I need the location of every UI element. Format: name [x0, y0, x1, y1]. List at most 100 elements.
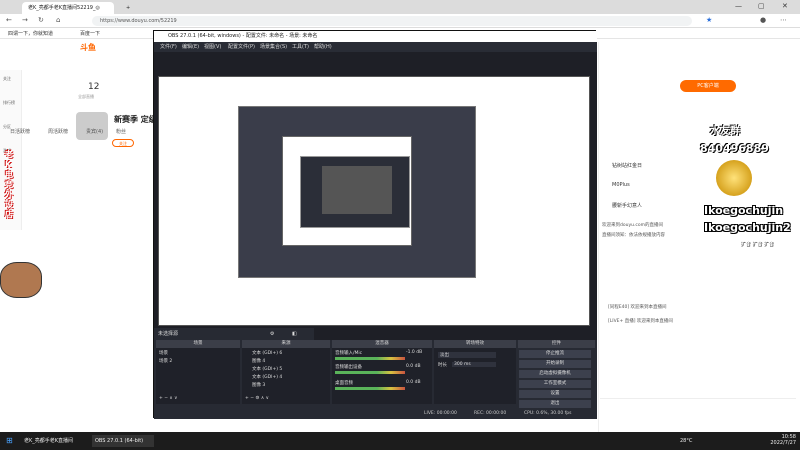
no-source-label: 未选择源: [158, 331, 179, 337]
address-bar-row: ← → ↻ ⌂ https://www.douyu.com/52219 ★ ● …: [0, 14, 800, 28]
source-item[interactable]: 图像 4: [252, 358, 265, 364]
stop-streaming-button[interactable]: 停止推流: [519, 350, 591, 358]
clock-date: 2022/7/27: [770, 440, 796, 446]
taskbar: ⊞ 老K_亮都手老K直播间 OBS 27.0.1 (64-bit) 28°C 1…: [0, 432, 800, 450]
rank-row[interactable]: M0Plus: [612, 182, 630, 188]
mixer-db: -1.0 dB: [406, 350, 423, 355]
source-item[interactable]: 文本 (GDI+) 6: [252, 350, 282, 356]
windows-start-icon[interactable]: ⊞: [6, 435, 13, 447]
preview-nested-deep: [322, 166, 392, 214]
forward-icon[interactable]: →: [22, 16, 28, 24]
start-recording-button[interactable]: 开始录制: [519, 360, 591, 368]
stream-title: 新赛季 定级: [114, 115, 157, 124]
sidebar-item[interactable]: 排行榜: [3, 100, 15, 106]
minimize-icon[interactable]: —: [735, 2, 742, 10]
chat-input[interactable]: [600, 398, 796, 410]
tab-fans[interactable]: 粉丝: [116, 128, 126, 135]
bookmark-item[interactable]: 百度一下: [80, 30, 100, 37]
overlay-name-1: Ikoegochujin: [704, 204, 784, 217]
new-tab-button[interactable]: +: [120, 2, 136, 14]
bookmark-item[interactable]: 四谓一下，你就知道: [8, 30, 53, 37]
cpu-status: CPU: 0.6%, 30.00 fps: [524, 411, 572, 416]
duration-label: 时长: [438, 363, 447, 368]
more-icon[interactable]: ⋯: [780, 16, 787, 24]
streamer-avatar[interactable]: [76, 112, 108, 140]
close-icon[interactable]: ✕: [782, 2, 788, 10]
source-item[interactable]: 文本 (GDI+) 4: [252, 374, 282, 380]
taskbar-item-browser[interactable]: 老K_亮都手老K直播间: [24, 435, 84, 447]
obs-menu-bar: 文件(F) 编辑(E) 视图(V) 配置文件(P) 场景集合(S) 工具(T) …: [154, 42, 597, 52]
chat-message: [同程E40] 欢迎来到本直播间: [608, 305, 667, 310]
transitions-dock: 淡出 时长 300 ms: [434, 348, 516, 404]
browser-tab[interactable]: 老K_亮都手老K直播间52219_◎: [22, 2, 114, 14]
live-count-label: 全部直播: [78, 94, 94, 99]
volume-meter: [335, 371, 405, 374]
tab-vip[interactable]: 贵宾(4): [86, 128, 103, 135]
scenes-header: 场景: [156, 340, 240, 348]
chat-message: [LIVE+ 直播] 欢迎来到本直播间: [608, 319, 673, 324]
maximize-icon[interactable]: ▢: [758, 2, 765, 10]
obs-docks: 场景 场景 场景 2 + − ∧ ∨ 来源 文本 (GDI+) 6 图像 4 文…: [154, 340, 597, 419]
clock[interactable]: 10:58 2022/7/27: [752, 434, 796, 446]
exit-button[interactable]: 退出: [519, 400, 591, 408]
mixer-header: 混音器: [332, 340, 432, 348]
home-icon[interactable]: ⌂: [56, 16, 60, 24]
obs-window: OBS 27.0.1 (64-bit, windows) - 配置文件: 未命名…: [153, 30, 597, 419]
virtual-camera-button[interactable]: 启动虚拟摄像机: [519, 370, 591, 378]
tab-bar: 老K_亮都手老K直播间52219_◎ + — ▢ ✕: [0, 0, 800, 14]
mixer-channel-name: 音频输出设备: [335, 365, 362, 370]
menu-edit[interactable]: 编辑(E): [182, 42, 199, 52]
obs-title-bar: OBS 27.0.1 (64-bit, windows) - 配置文件: 未命名…: [154, 31, 597, 42]
add-source-icon[interactable]: + − ⚙ ∧ ∨: [245, 396, 269, 401]
pc-client-button[interactable]: PC客户端: [680, 80, 736, 92]
taskbar-item-obs[interactable]: OBS 27.0.1 (64-bit): [92, 435, 154, 447]
back-icon[interactable]: ←: [6, 16, 12, 24]
settings-button[interactable]: 设置: [519, 390, 591, 398]
rec-timer: REC: 00:00:00: [474, 411, 507, 416]
source-item[interactable]: 文本 (GDI+) 5: [252, 366, 282, 372]
duration-input[interactable]: 300 ms: [452, 362, 496, 367]
menu-scene-collection[interactable]: 场景集合(S): [260, 42, 287, 52]
follow-button[interactable]: 关注: [112, 139, 134, 147]
transition-select[interactable]: 淡出: [438, 352, 496, 358]
transitions-header: 转场特效: [434, 340, 516, 348]
rank-row[interactable]: 钻树站红金日: [612, 162, 642, 169]
douyu-logo[interactable]: 斗鱼: [80, 42, 108, 54]
gear-icon[interactable]: ⚙: [270, 328, 274, 340]
mixer-channel-name: 桌面音频: [335, 381, 353, 386]
menu-tools[interactable]: 工具(T): [292, 42, 309, 52]
controls-header: 控件: [518, 340, 595, 348]
volume-meter: [335, 357, 405, 360]
rank-row[interactable]: 腰斩手幻意人: [612, 202, 642, 209]
scene-item[interactable]: 场景: [159, 350, 168, 356]
volume-meter: [335, 387, 405, 390]
refresh-icon[interactable]: ↻: [38, 16, 44, 24]
scene-item[interactable]: 场景 2: [159, 358, 172, 364]
sidebar-item[interactable]: 关注: [3, 76, 11, 82]
source-toolbar: 未选择源 ⚙ ◧: [154, 328, 314, 340]
menu-file[interactable]: 文件(F): [160, 42, 177, 52]
filter-icon[interactable]: ◧: [292, 328, 297, 340]
overlay-fan-group: 水友群: [710, 126, 740, 137]
source-item[interactable]: 图像 3: [252, 382, 265, 388]
add-scene-icon[interactable]: + − ∧ ∨: [159, 396, 177, 401]
studio-mode-button[interactable]: 工作室模式: [519, 380, 591, 388]
tab-daily-rank[interactable]: 日活跃榜: [10, 128, 30, 135]
tab-weekly-rank[interactable]: 周活跃榜: [48, 128, 68, 135]
scenes-dock: 场景 场景 2 + − ∧ ∨: [156, 348, 240, 404]
overlay-name-2: Ikoegochujin2: [704, 221, 791, 234]
cat-sticker: [0, 262, 42, 298]
trophy-icon: [716, 160, 752, 196]
star-icon[interactable]: ★: [706, 16, 712, 24]
menu-help[interactable]: 帮助(H): [314, 42, 332, 52]
menu-profile[interactable]: 配置文件(P): [228, 42, 255, 52]
obs-status-bar: LIVE: 00:00:00 REC: 00:00:00 CPU: 0.6%, …: [154, 411, 597, 419]
mixer-db: 0.0 dB: [406, 380, 421, 385]
profile-icon[interactable]: ●: [760, 16, 766, 24]
url-field[interactable]: https://www.douyu.com/52219: [92, 16, 692, 26]
mixer-db: 0.0 dB: [406, 364, 421, 369]
obs-preview[interactable]: [154, 52, 597, 340]
live-timer: LIVE: 00:00:00: [424, 411, 457, 416]
menu-view[interactable]: 视图(V): [204, 42, 221, 52]
mixer-dock: 音频输入/Mic -1.0 dB 音频输出设备 0.0 dB 桌面音频 0.0 …: [332, 348, 432, 404]
